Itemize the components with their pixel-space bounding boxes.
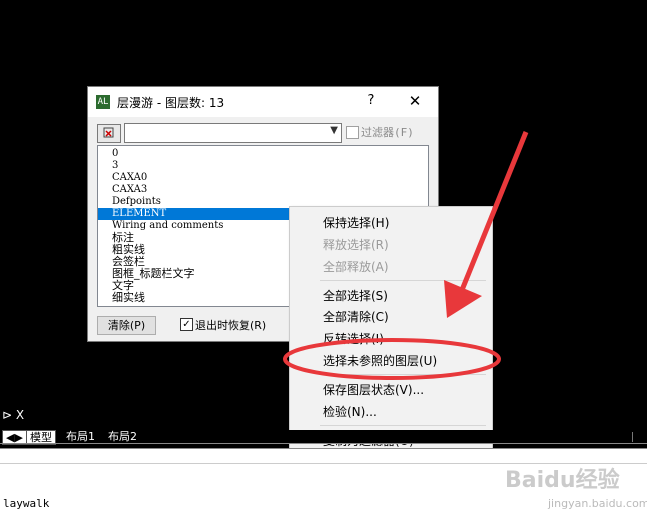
scroll-divider — [632, 432, 633, 442]
app-icon: AL — [96, 95, 110, 109]
filter-checkbox[interactable] — [346, 126, 359, 139]
menu-item[interactable]: 全部释放(A) — [323, 258, 389, 275]
tabs-divider — [0, 443, 647, 444]
menu-item[interactable]: 检验(N)... — [323, 403, 377, 420]
close-button[interactable]: ✕ — [404, 91, 426, 111]
menu-item[interactable]: 全部选择(S) — [323, 287, 388, 304]
select-objects-icon — [103, 127, 114, 138]
layer-list-item[interactable]: CAXA0 — [98, 172, 428, 184]
menu-item[interactable]: 选择未参照的图层(U) — [323, 352, 437, 369]
layer-list-item[interactable]: CAXA3 — [98, 184, 428, 196]
menu-item[interactable]: 释放选择(R) — [323, 236, 389, 253]
menu-separator — [320, 425, 486, 426]
filter-label: 过滤器(F) — [361, 126, 414, 139]
filter-combobox[interactable]: ▼ — [124, 123, 342, 143]
menu-item[interactable]: 全部清除(C) — [323, 308, 389, 325]
restore-on-exit-checkbox[interactable]: ✓ — [180, 318, 193, 331]
select-objects-button[interactable] — [97, 124, 121, 143]
ucs-prompt: ⊳ X — [2, 408, 25, 422]
restore-on-exit-label: 退出时恢复(R) — [195, 319, 267, 332]
command-text: laywalk — [3, 497, 50, 510]
dialog-title: 层漫游 - 图层数: 13 — [117, 96, 225, 110]
menu-item[interactable]: 保持选择(H) — [323, 214, 389, 231]
layout-tabs-bar: ◀▶ 模型 布局1 布局2 — [0, 430, 647, 445]
help-button[interactable]: ? — [360, 91, 382, 111]
menu-separator — [320, 280, 486, 281]
dialog-titlebar[interactable]: AL 层漫游 - 图层数: 13 ? ✕ — [88, 87, 438, 117]
menu-item[interactable]: 反转选择(I) — [323, 330, 384, 347]
menu-item[interactable]: 保存图层状态(V)... — [323, 381, 424, 398]
tab-layout2[interactable]: 布局2 — [105, 430, 140, 443]
layer-list-item[interactable]: 3 — [98, 160, 428, 172]
tab-layout1[interactable]: 布局1 — [63, 430, 98, 443]
layer-list-item[interactable]: 0 — [98, 148, 428, 160]
watermark-url: jingyan.baidu.com — [548, 497, 647, 510]
watermark-brand: Baidu经验 — [505, 468, 620, 493]
chevron-down-icon[interactable]: ▼ — [330, 125, 338, 136]
menu-separator — [320, 374, 486, 375]
clear-button[interactable]: 清除(P) — [97, 316, 156, 335]
